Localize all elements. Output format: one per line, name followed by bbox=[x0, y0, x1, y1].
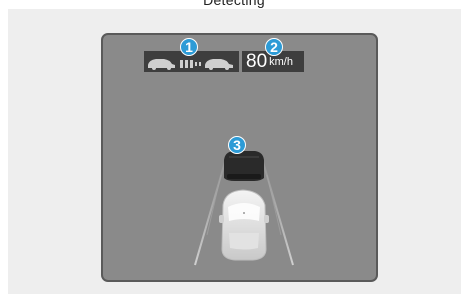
cluster-display: 80 km/h 1 2 3 bbox=[101, 33, 378, 282]
callout-badge-1: 1 bbox=[180, 38, 198, 56]
callout-badge-2: 2 bbox=[265, 38, 283, 56]
preceding-vehicle-icon bbox=[224, 151, 264, 181]
set-speed-value: 80 bbox=[246, 51, 268, 72]
road-scene bbox=[194, 151, 294, 266]
own-car-icon bbox=[219, 189, 269, 261]
set-speed-unit: km/h bbox=[269, 56, 293, 68]
callout-badge-3: 3 bbox=[228, 136, 246, 154]
section-caption: Detecting bbox=[203, 0, 265, 8]
